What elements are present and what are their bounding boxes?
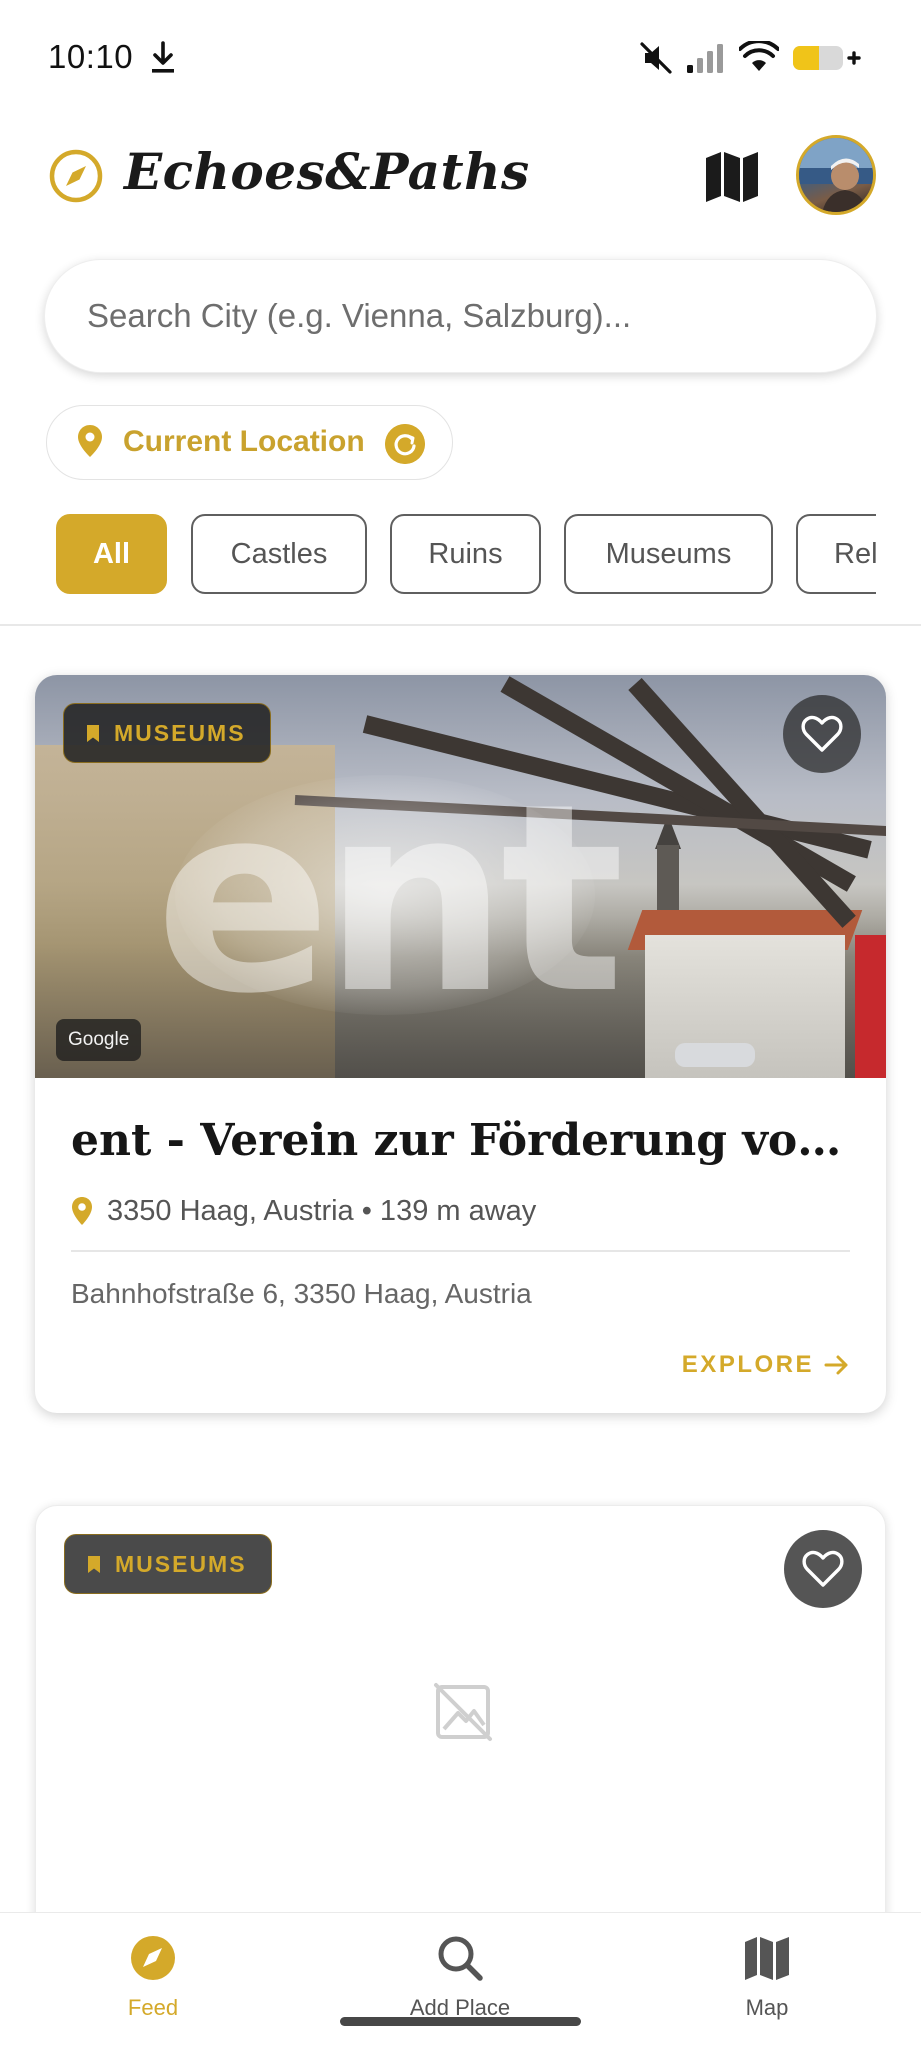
place-location-row: 3350 Haag, Austria • 139 m away — [71, 1189, 851, 1233]
search-input[interactable] — [87, 260, 847, 372]
search-bar — [44, 259, 877, 373]
status-icons — [639, 40, 861, 76]
category-label: MUSEUMS — [114, 719, 246, 746]
favorite-button[interactable] — [783, 695, 861, 773]
card-divider — [71, 1250, 850, 1252]
category-label: MUSEUMS — [115, 1550, 247, 1577]
filter-divider — [0, 624, 921, 626]
filter-chip-all[interactable]: All — [56, 514, 167, 594]
heart-icon — [801, 715, 843, 752]
bottom-navigation: Feed Add Place Map — [0, 1912, 921, 2048]
battery-charging-icon — [793, 46, 861, 70]
arrow-right-icon — [824, 1355, 848, 1375]
app-header: Echoes&Paths — [0, 130, 921, 220]
download-icon — [152, 41, 174, 73]
filter-chip-ruins[interactable]: Ruins — [390, 514, 541, 594]
nav-map[interactable]: Map — [667, 1933, 867, 2033]
home-indicator[interactable] — [340, 2017, 581, 2026]
category-filters: All Castles Ruins Museums Rel — [0, 514, 876, 596]
nav-feed-label: Feed — [127, 1995, 179, 2020]
location-pin-icon — [78, 425, 102, 457]
place-card[interactable]: ent MUSEUMS Google ent - Verein zur Förd… — [35, 675, 886, 1413]
filter-chip-religious[interactable]: Rel — [796, 514, 876, 594]
mute-icon — [640, 42, 672, 74]
app-title: Echoes&Paths — [124, 142, 530, 201]
filter-chip-museums[interactable]: Museums — [564, 514, 773, 594]
refresh-icon[interactable] — [385, 424, 425, 464]
location-pin-icon — [72, 1197, 92, 1225]
filter-chip-castles[interactable]: Castles — [191, 514, 367, 594]
avatar[interactable] — [796, 135, 876, 215]
image-attribution: Google — [56, 1019, 142, 1061]
nav-map-label: Map — [745, 1995, 789, 2020]
category-badge: MUSEUMS — [64, 1534, 272, 1594]
no-image-icon — [434, 1683, 492, 1741]
status-time: 10:10 — [48, 38, 134, 75]
heart-icon — [802, 1550, 844, 1587]
category-badge: MUSEUMS — [63, 703, 271, 763]
map-icon[interactable] — [702, 146, 762, 206]
wifi-icon — [739, 41, 779, 71]
bookmark-icon — [88, 1555, 100, 1573]
search-icon — [438, 1936, 483, 1981]
map-icon — [745, 1937, 789, 1980]
nav-feed[interactable]: Feed — [53, 1933, 253, 2033]
compass-icon — [131, 1936, 175, 1980]
explore-button[interactable]: EXPLORE — [682, 1345, 850, 1385]
current-location-button[interactable]: Current Location — [46, 405, 453, 480]
current-location-label: Current Location — [123, 425, 365, 458]
bookmark-icon — [87, 724, 99, 742]
avatar-image — [799, 138, 873, 212]
place-address: Bahnhofstraße 6, 3350 Haag, Austria — [71, 1278, 532, 1309]
explore-label: EXPLORE — [681, 1351, 814, 1378]
status-bar: 10:10 — [0, 0, 921, 110]
compass-icon — [49, 149, 103, 203]
favorite-button[interactable] — [784, 1530, 862, 1608]
place-title: ent - Verein zur Förderung von ... — [71, 1115, 853, 1166]
signal-icon — [687, 44, 723, 73]
place-location: 3350 Haag, Austria • 139 m away — [107, 1194, 537, 1227]
